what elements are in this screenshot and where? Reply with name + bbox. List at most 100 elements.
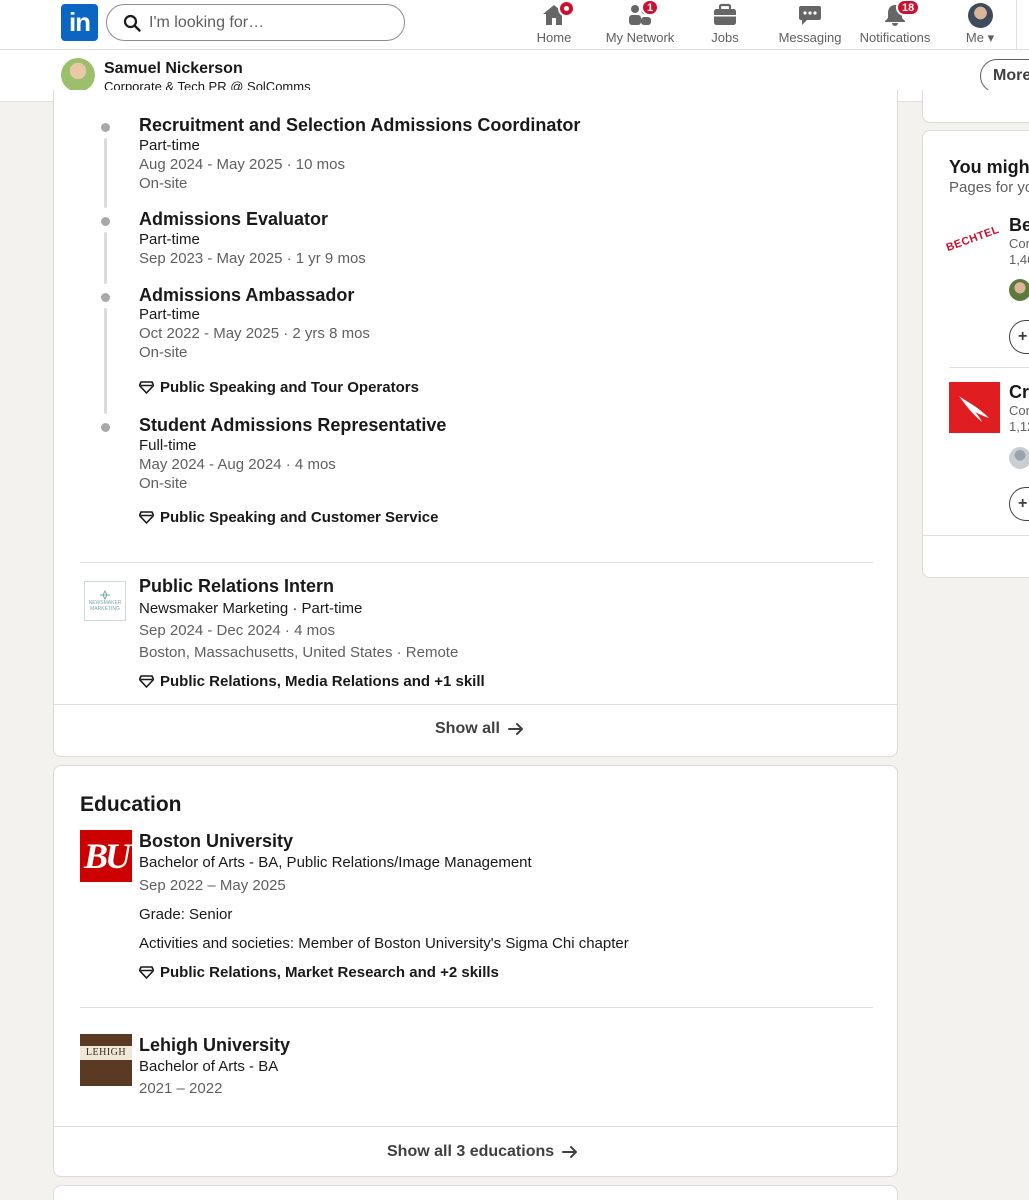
page-followers: 1,46 [1009, 252, 1029, 267]
experience-section: Recruitment and Selection Admissions Coo… [53, 90, 898, 757]
newsmaker-logo[interactable]: NEWSMAKER MARKETING [84, 581, 126, 621]
top-navigation: in Home 1 My Network [0, 0, 1029, 50]
diamond-icon [139, 511, 154, 524]
timeline-dot [101, 217, 110, 226]
school-name[interactable]: Lehigh University [139, 1035, 290, 1056]
education-dates: Sep 2022 – May 2025 [139, 877, 286, 894]
page-category: Cor [1009, 236, 1029, 251]
search-input[interactable] [149, 11, 389, 35]
search-icon [123, 14, 141, 32]
role-dates: Oct 2022 - May 2025 · 2 yrs 8 mos [139, 325, 370, 342]
role-location: On-site [139, 475, 188, 492]
education-dates: 2021 – 2022 [139, 1080, 223, 1097]
divider [949, 367, 1029, 368]
degree: Bachelor of Arts - BA [139, 1058, 279, 1075]
role-title[interactable]: Student Admissions Representative [139, 415, 446, 436]
boston-university-logo[interactable]: BU [80, 830, 132, 882]
page-name[interactable]: Cr [1009, 382, 1029, 403]
role-skills[interactable]: Public Relations, Media Relations and +1… [139, 673, 485, 690]
nav-jobs[interactable]: Jobs [705, 0, 745, 50]
card-subtitle: Pages for yo [949, 179, 1029, 196]
messaging-icon [799, 6, 821, 25]
role-dates: Sep 2023 - May 2025 · 1 yr 9 mos [139, 250, 366, 267]
crowdstrike-logo[interactable] [949, 382, 1000, 433]
briefcase-icon [714, 3, 736, 25]
linkedin-logo[interactable]: in [61, 4, 98, 41]
employment-type: Part-time [139, 306, 200, 323]
nav-me[interactable]: Me ▾ [958, 0, 1002, 50]
nav-label: Me ▾ [965, 30, 995, 45]
nav-messaging[interactable]: Messaging [775, 0, 845, 50]
role-location: On-site [139, 175, 188, 192]
notifications-badge: 18 [896, 0, 921, 16]
role-location: On-site [139, 344, 188, 361]
employment-type: Part-time [139, 137, 200, 154]
search-box[interactable] [106, 4, 405, 41]
role-dates: Sep 2024 - Dec 2024 · 4 mos [139, 622, 335, 639]
next-section-card [53, 1185, 898, 1200]
education-skills[interactable]: Public Relations, Market Research and +2… [139, 964, 499, 981]
divider [80, 1007, 873, 1008]
divider [54, 704, 897, 705]
lehigh-university-logo[interactable]: LEHIGH [80, 1034, 132, 1086]
timeline-line [104, 138, 107, 208]
school-name[interactable]: Boston University [139, 831, 293, 852]
role-title[interactable]: Admissions Ambassador [139, 285, 354, 306]
role-dates: Aug 2024 - May 2025 · 10 mos [139, 156, 345, 173]
section-title: Education [80, 793, 182, 816]
role-skills[interactable]: Public Speaking and Tour Operators [139, 379, 419, 396]
nav-home[interactable]: Home [530, 0, 578, 50]
falcon-icon [959, 396, 989, 422]
newsmaker-logo-text: NEWSMAKER MARKETING [88, 600, 122, 612]
diamond-icon [139, 381, 154, 394]
follow-button[interactable]: + [1009, 487, 1029, 521]
timeline-line [104, 308, 107, 414]
arrow-right-icon [562, 1146, 578, 1158]
lehigh-logo-text: LEHIGH [80, 1046, 132, 1060]
degree: Bachelor of Arts - BA, Public Relations/… [139, 854, 532, 871]
diamond-icon [139, 675, 154, 688]
timeline-dot [101, 293, 110, 302]
nav-my-network[interactable]: 1 My Network [600, 0, 680, 50]
divider [923, 535, 1029, 536]
page-followers: 1,12 [1009, 419, 1029, 434]
timeline-line [104, 232, 107, 284]
profile-avatar[interactable] [61, 58, 95, 92]
connection-avatar [1009, 279, 1029, 301]
timeline-dot [101, 123, 110, 132]
newsmaker-mark-icon [100, 590, 110, 600]
pages-for-you-card: You might Pages for yo BECHTEL Be Cor 1,… [922, 130, 1029, 578]
nav-label: My Network [605, 30, 675, 45]
grade: Grade: Senior [139, 906, 233, 923]
nav-label: Messaging [778, 30, 842, 45]
role-title[interactable]: Public Relations Intern [139, 576, 334, 597]
nav-notifications[interactable]: 18 Notifications [855, 0, 935, 50]
show-all-educations-button[interactable]: Show all 3 educations [387, 1143, 578, 1161]
profile-name: Samuel Nickerson [104, 60, 243, 77]
connection-avatar [1009, 447, 1029, 469]
divider [54, 1126, 897, 1127]
notification-dot [558, 0, 575, 17]
nav-label: Notifications [859, 30, 931, 45]
employment-type: Part-time [139, 231, 200, 248]
role-title[interactable]: Recruitment and Selection Admissions Coo… [139, 115, 580, 136]
page-category: Cor [1009, 403, 1029, 418]
follow-button[interactable]: + [1009, 320, 1029, 354]
more-button[interactable]: More [980, 59, 1029, 93]
company-line: Newsmaker Marketing · Part-time [139, 600, 363, 617]
divider [80, 562, 873, 563]
role-title[interactable]: Admissions Evaluator [139, 209, 328, 230]
arrow-right-icon [507, 723, 523, 735]
role-skills[interactable]: Public Speaking and Customer Service [139, 509, 438, 526]
show-all-experience-button[interactable]: Show all [435, 720, 524, 738]
bechtel-logo[interactable]: BECHTEL [945, 215, 1001, 263]
network-badge: 1 [641, 0, 660, 16]
chevron-down-icon: ▾ [987, 30, 995, 45]
page-name[interactable]: Be [1009, 215, 1029, 236]
timeline-dot [101, 423, 110, 432]
avatar [967, 2, 993, 28]
education-section: Education BU Boston University Bachelor … [53, 765, 898, 1177]
nav-label: Jobs [711, 30, 739, 45]
right-rail-top-card [922, 90, 1029, 123]
diamond-icon [139, 966, 154, 979]
